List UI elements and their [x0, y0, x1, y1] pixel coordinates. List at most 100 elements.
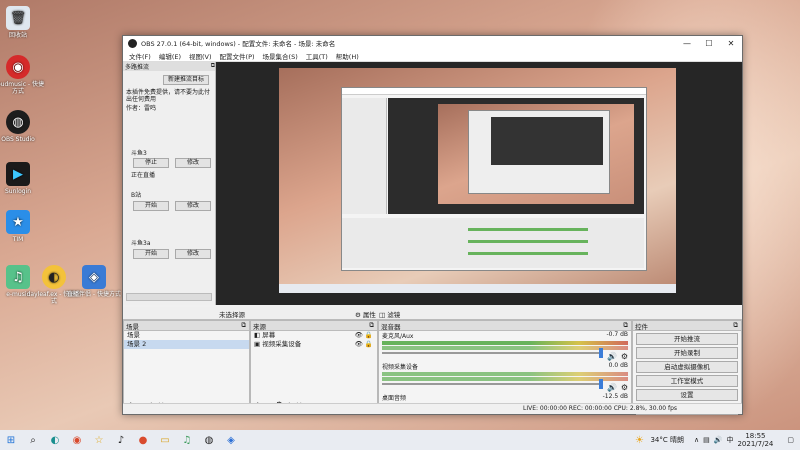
settings-button[interactable]: 设置 — [636, 389, 738, 401]
app-icon[interactable]: ● — [136, 433, 150, 447]
dock-title-bar: 多路推流 ⧉ — [123, 62, 215, 71]
live-companion-taskbar-icon[interactable]: ◈ — [224, 433, 238, 447]
dock-scrollbar[interactable] — [126, 293, 212, 301]
target-stop-button[interactable]: 停止 — [133, 158, 169, 168]
lock-icon[interactable]: 🔒 — [365, 340, 373, 348]
desktop-icon-label: TIM — [12, 236, 24, 243]
menu-file[interactable]: 文件(F) — [129, 51, 151, 61]
edge-icon[interactable]: ◐ — [48, 433, 62, 447]
notifications-icon[interactable]: ▢ — [787, 436, 794, 444]
filters-button[interactable]: ◫ 滤镜 — [379, 309, 400, 319]
studio-mode-button[interactable]: 工作室模式 — [636, 375, 738, 387]
desktop-icon-sunlogin[interactable]: ▶ Sunlogin — [0, 162, 46, 195]
cloudmusic-icon: ◉ — [6, 55, 30, 79]
status-text: LIVE: 00:00:00 REC: 00:00:00 CPU: 2.8%, … — [523, 405, 678, 412]
scenes-title: 场景 ⧉ — [124, 321, 249, 331]
chrome-icon[interactable]: ◉ — [70, 433, 84, 447]
start-virtual-camera-button[interactable]: 启动虚拟摄像机 — [636, 361, 738, 373]
scene-item[interactable]: 场景 2 — [124, 340, 249, 349]
close-icon[interactable]: ✕ — [720, 39, 742, 48]
source-item[interactable]: ▣ 视频采集设备 👁 🔒 — [251, 340, 377, 349]
desktop-icon-obs[interactable]: ◍ OBS Studio — [0, 110, 46, 143]
desktop-icon-recycle-bin[interactable]: 🗑 回收站 — [0, 6, 46, 39]
target-edit-button[interactable]: 修改 — [175, 249, 211, 259]
scenes-panel: 场景⧉ 场景 场景 2 +−∧∨ — [123, 320, 250, 414]
folder-icon[interactable]: ▭ — [158, 433, 172, 447]
undock-icon[interactable]: ⧉ — [241, 321, 246, 330]
target-edit-button[interactable]: 修改 — [175, 158, 211, 168]
mixer-title: 混音器 ⧉ — [379, 321, 631, 331]
search-icon[interactable]: ⌕ — [26, 433, 40, 447]
menu-help[interactable]: 帮助(H) — [336, 51, 359, 61]
preview-canvas[interactable] — [216, 62, 742, 305]
target-start-button[interactable]: 开始 — [133, 201, 169, 211]
scene-item[interactable]: 场景 — [124, 331, 249, 340]
undock-icon[interactable]: ⧉ — [369, 321, 374, 330]
speaker-icon[interactable]: 🔊 — [607, 352, 617, 361]
windows-start-icon[interactable]: ⊞ — [4, 433, 18, 447]
music-icon[interactable]: ♪ — [114, 433, 128, 447]
lock-icon[interactable]: 🔒 — [365, 331, 373, 339]
undock-icon[interactable]: ⧉ — [211, 62, 215, 71]
add-stream-target-button[interactable]: 新建推流目标 — [163, 75, 209, 85]
obs-taskbar-icon[interactable]: ◍ — [202, 433, 216, 447]
menu-tools[interactable]: 工具(T) — [306, 51, 328, 61]
start-streaming-button[interactable]: 开始推流 — [636, 333, 738, 345]
menu-scene-collection[interactable]: 场景集合(S) — [263, 51, 298, 61]
plugin-note: 本插件免费提供，请不要为此付出任何费用 — [126, 89, 211, 103]
source-toolbar: 未选择源 ⚙ 属性 ◫ 滤镜 — [123, 307, 742, 320]
mixer-channel: 麦克风/Aux -0.7 dB 🔊 ⚙ — [379, 331, 631, 362]
volume-meter — [382, 341, 628, 345]
target-name: 斗鱼3 — [131, 150, 147, 157]
eye-icon[interactable]: 👁 — [355, 340, 363, 348]
undock-icon[interactable]: ⧉ — [623, 321, 628, 330]
tim-icon: ★ — [6, 210, 30, 234]
source-name: 屏幕 — [262, 331, 276, 339]
favorites-icon[interactable]: ☆ — [92, 433, 106, 447]
emusic-taskbar-icon[interactable]: ♫ — [180, 433, 194, 447]
menu-edit[interactable]: 编辑(E) — [159, 51, 181, 61]
tray-up-icon[interactable]: ∧ — [694, 436, 699, 444]
gear-icon[interactable]: ⚙ — [621, 383, 628, 392]
window-title: OBS 27.0.1 (64-bit, windows) - 配置文件: 未命名… — [141, 40, 336, 48]
desktop-icon-cloudmusic[interactable]: ◉ cloudmusic - 快捷方式 — [0, 55, 46, 95]
channel-db: -0.7 dB — [606, 331, 628, 338]
ime-icon[interactable]: 中 — [726, 435, 733, 445]
filters-label: 滤镜 — [387, 311, 401, 319]
status-bar: LIVE: 00:00:00 REC: 00:00:00 CPU: 2.8%, … — [123, 403, 742, 414]
captured-screen — [279, 68, 676, 293]
gear-icon[interactable]: ⚙ — [621, 352, 628, 361]
source-item[interactable]: ◧ 屏幕 👁 🔒 — [251, 331, 377, 340]
desktop-icon-label: 直播伴侣 - 快捷方式 — [67, 291, 121, 298]
menu-view[interactable]: 视图(V) — [189, 51, 212, 61]
mixer-channel: 视频采集设备 0.0 dB 🔊 ⚙ — [379, 362, 631, 393]
target-start-button[interactable]: 开始 — [133, 249, 169, 259]
nested-preview — [388, 98, 644, 214]
sources-panel: 来源⧉ ◧ 屏幕 👁 🔒 ▣ 视频采集设备 👁 🔒 +−⚙∧∨ — [250, 320, 378, 414]
eye-icon[interactable]: 👁 — [355, 331, 363, 339]
volume-slider[interactable] — [382, 379, 603, 389]
start-recording-button[interactable]: 开始录制 — [636, 347, 738, 359]
clock-date: 2021/7/24 — [737, 440, 774, 448]
nested-obs-window — [341, 87, 647, 271]
mixer-panel: 混音器 ⧉ 麦克风/Aux -0.7 dB 🔊 ⚙ 视频采集设备 0.0 dB 🔊 ⚙… — [378, 320, 632, 414]
volume-slider[interactable] — [382, 348, 603, 358]
speaker-icon[interactable]: 🔊 — [607, 383, 617, 392]
target-name: 斗鱼3a — [131, 240, 151, 247]
weather-text[interactable]: 34°C 晴朗 — [650, 435, 684, 445]
desktop-icon-label: Sunlogin — [4, 188, 32, 195]
menu-profile[interactable]: 配置文件(P) — [220, 51, 255, 61]
properties-button[interactable]: ⚙ 属性 — [355, 309, 376, 319]
network-icon[interactable]: ▤ — [703, 436, 710, 444]
maximize-icon[interactable]: ☐ — [698, 39, 720, 48]
desktop-icon-tim[interactable]: ★ TIM — [0, 210, 46, 243]
clock[interactable]: 18:55 2021/7/24 — [737, 432, 773, 448]
desktop-icon-live-companion[interactable]: ◈ 直播伴侣 - 快捷方式 — [66, 265, 122, 298]
camera-icon: ▣ — [254, 340, 263, 348]
volume-icon[interactable]: 🔊 — [714, 436, 723, 444]
target-edit-button[interactable]: 修改 — [175, 201, 211, 211]
target-status: 正在直播 — [131, 172, 156, 179]
undock-icon[interactable]: ⧉ — [733, 321, 738, 330]
minimize-icon[interactable]: — — [676, 39, 698, 48]
captured-taskbar — [279, 284, 676, 293]
